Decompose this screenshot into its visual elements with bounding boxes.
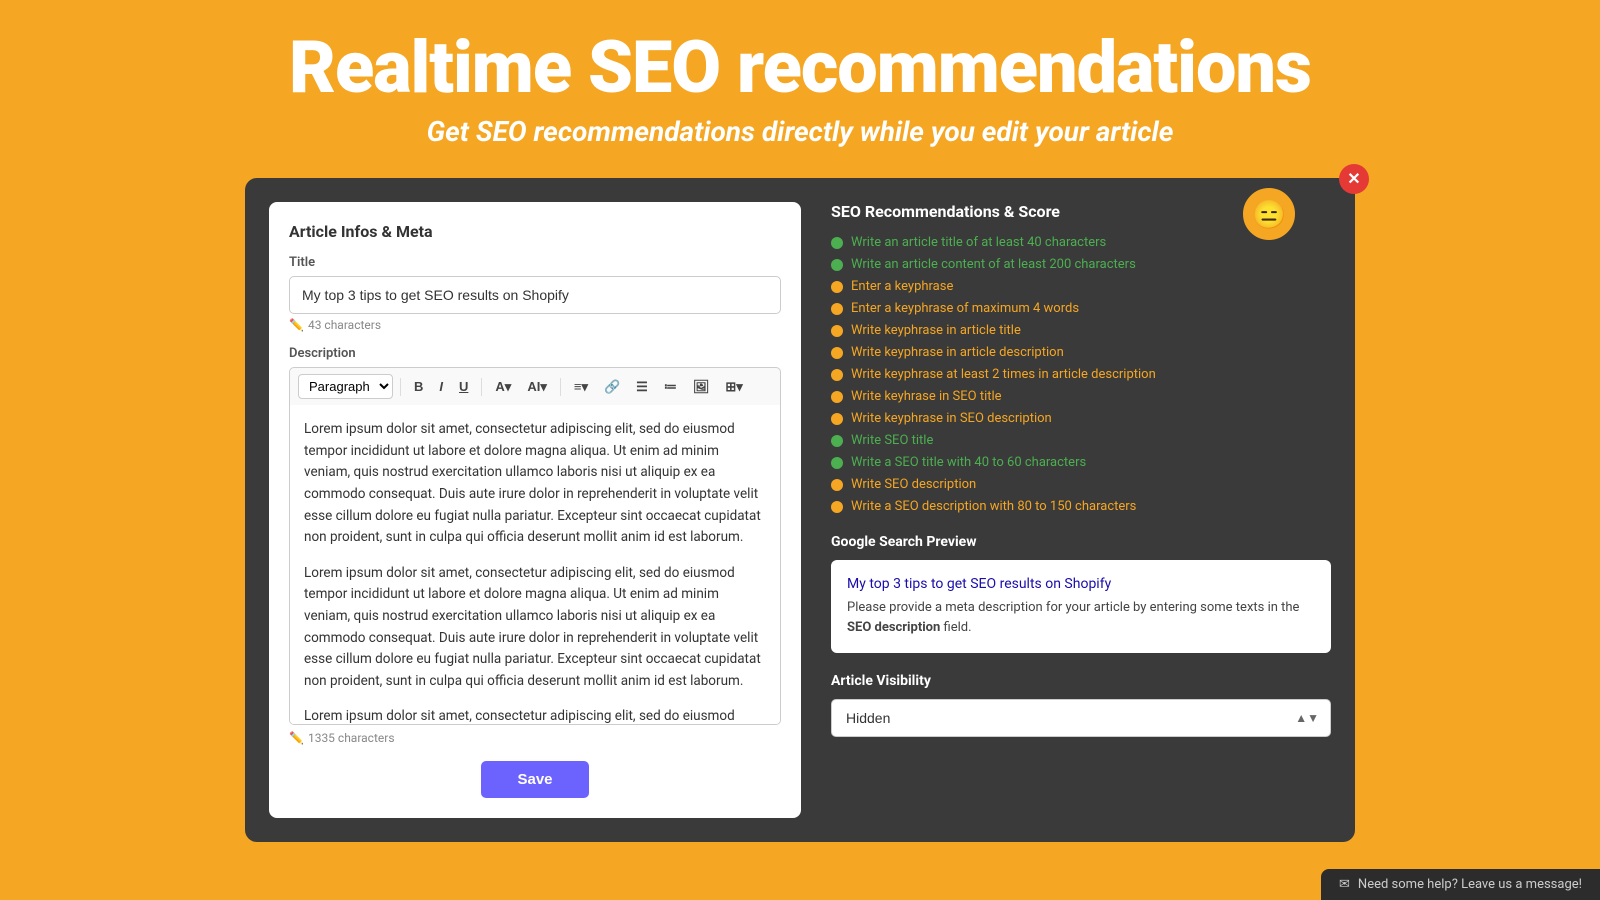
- seo-item-text-8: Write keyphrase in SEO description: [851, 411, 1052, 426]
- seo-list-item-3: Enter a keyphrase of maximum 4 words: [831, 301, 1331, 316]
- google-preview-desc: Please provide a meta description for yo…: [847, 598, 1315, 637]
- seo-list-item-11: Write SEO description: [831, 477, 1331, 492]
- bullet-list-button[interactable]: ☰: [630, 375, 654, 399]
- seo-list-item-4: Write keyphrase in article title: [831, 323, 1331, 338]
- help-text: Need some help? Leave us a message!: [1358, 877, 1582, 892]
- underline-button[interactable]: U: [453, 375, 474, 398]
- description-label: Description: [289, 346, 781, 361]
- paragraph-select[interactable]: Paragraph: [298, 374, 393, 399]
- seo-list-item-2: Enter a keyphrase: [831, 279, 1331, 294]
- left-panel-title: Article Infos & Meta: [289, 222, 781, 241]
- seo-item-text-10: Write a SEO title with 40 to 60 characte…: [851, 455, 1086, 470]
- seo-item-text-1: Write an article content of at least 200…: [851, 257, 1136, 272]
- seo-dot-12: [831, 501, 843, 513]
- seo-list-item-0: Write an article title of at least 40 ch…: [831, 235, 1331, 250]
- ai-button[interactable]: AI▾: [521, 375, 553, 399]
- seo-dot-6: [831, 369, 843, 381]
- seo-item-text-2: Enter a keyphrase: [851, 279, 953, 294]
- seo-list-item-9: Write SEO title: [831, 433, 1331, 448]
- seo-item-text-4: Write keyphrase in article title: [851, 323, 1021, 338]
- close-button[interactable]: ✕: [1339, 164, 1369, 194]
- body-paragraph-1: Lorem ipsum dolor sit amet, consectetur …: [304, 419, 766, 549]
- edit-icon: ✏️: [289, 318, 304, 332]
- seo-dot-7: [831, 391, 843, 403]
- title-char-count: ✏️ 43 characters: [289, 318, 781, 332]
- seo-list-item-7: Write keyhrase in SEO title: [831, 389, 1331, 404]
- visibility-select[interactable]: Hidden Visible: [831, 699, 1331, 737]
- seo-list-item-10: Write a SEO title with 40 to 60 characte…: [831, 455, 1331, 470]
- google-preview-link[interactable]: My top 3 tips to get SEO results on Shop…: [847, 576, 1315, 592]
- seo-dot-10: [831, 457, 843, 469]
- body-paragraph-2: Lorem ipsum dolor sit amet, consectetur …: [304, 563, 766, 693]
- seo-dot-9: [831, 435, 843, 447]
- google-preview-box: My top 3 tips to get SEO results on Shop…: [831, 560, 1331, 653]
- save-bar: Save: [289, 761, 781, 798]
- emoji-avatar: 😑: [1243, 188, 1295, 240]
- modal-wrapper: ✕ 😑 Article Infos & Meta Title ✏️ 43 cha…: [0, 178, 1600, 842]
- seo-item-text-12: Write a SEO description with 80 to 150 c…: [851, 499, 1136, 514]
- seo-list-item-6: Write keyphrase at least 2 times in arti…: [831, 367, 1331, 382]
- seo-item-text-5: Write keyphrase in article description: [851, 345, 1064, 360]
- seo-item-text-3: Enter a keyphrase of maximum 4 words: [851, 301, 1079, 316]
- banner: Realtime SEO recommendations Get SEO rec…: [0, 0, 1600, 168]
- seo-list-item-12: Write a SEO description with 80 to 150 c…: [831, 499, 1331, 514]
- table-button[interactable]: ⊞▾: [719, 375, 748, 399]
- seo-dot-4: [831, 325, 843, 337]
- toolbar-divider-1: [400, 378, 401, 396]
- modal: ✕ 😑 Article Infos & Meta Title ✏️ 43 cha…: [245, 178, 1355, 842]
- link-button[interactable]: 🔗: [598, 375, 626, 399]
- seo-list-item-8: Write keyphrase in SEO description: [831, 411, 1331, 426]
- seo-dot-2: [831, 281, 843, 293]
- title-label: Title: [289, 255, 781, 270]
- seo-dot-1: [831, 259, 843, 271]
- seo-dot-3: [831, 303, 843, 315]
- seo-list-item-5: Write keyphrase in article description: [831, 345, 1331, 360]
- save-button[interactable]: Save: [481, 761, 588, 798]
- edit-icon-2: ✏️: [289, 731, 304, 745]
- banner-title: Realtime SEO recommendations: [20, 28, 1580, 107]
- seo-dot-5: [831, 347, 843, 359]
- bold-button[interactable]: B: [408, 375, 429, 398]
- editor-toolbar: Paragraph B I U A▾ AI▾ ≡▾ 🔗 ☰ ≔ 🖼 ⊞▾: [289, 367, 781, 405]
- text-color-button[interactable]: A▾: [489, 375, 517, 399]
- body-char-count: ✏️ 1335 characters: [289, 731, 781, 745]
- visibility-select-wrapper: Hidden Visible ▲▼: [831, 699, 1331, 737]
- seo-item-text-0: Write an article title of at least 40 ch…: [851, 235, 1106, 250]
- toolbar-divider-2: [481, 378, 482, 396]
- numbered-list-button[interactable]: ≔: [658, 375, 683, 399]
- seo-dot-0: [831, 237, 843, 249]
- seo-item-text-11: Write SEO description: [851, 477, 976, 492]
- left-panel: Article Infos & Meta Title ✏️ 43 charact…: [269, 202, 801, 818]
- toolbar-divider-3: [560, 378, 561, 396]
- image-button[interactable]: 🖼: [687, 375, 716, 399]
- seo-dot-11: [831, 479, 843, 491]
- align-button[interactable]: ≡▾: [568, 375, 594, 399]
- google-preview-title: Google Search Preview: [831, 534, 1331, 550]
- seo-item-text-7: Write keyhrase in SEO title: [851, 389, 1002, 404]
- seo-item-text-9: Write SEO title: [851, 433, 933, 448]
- banner-subtitle: Get SEO recommendations directly while y…: [20, 115, 1580, 148]
- seo-list: Write an article title of at least 40 ch…: [831, 235, 1331, 514]
- title-input[interactable]: [289, 276, 781, 314]
- right-panel: SEO Recommendations & Score Write an art…: [831, 202, 1331, 818]
- seo-item-text-6: Write keyphrase at least 2 times in arti…: [851, 367, 1156, 382]
- visibility-title: Article Visibility: [831, 673, 1331, 689]
- italic-button[interactable]: I: [433, 375, 449, 398]
- seo-dot-8: [831, 413, 843, 425]
- message-icon: ✉: [1339, 877, 1350, 892]
- seo-list-item-1: Write an article content of at least 200…: [831, 257, 1331, 272]
- editor-area[interactable]: Lorem ipsum dolor sit amet, consectetur …: [289, 405, 781, 725]
- help-bar: ✉ Need some help? Leave us a message!: [1321, 869, 1600, 900]
- body-paragraph-3: Lorem ipsum dolor sit amet, consectetur …: [304, 706, 766, 725]
